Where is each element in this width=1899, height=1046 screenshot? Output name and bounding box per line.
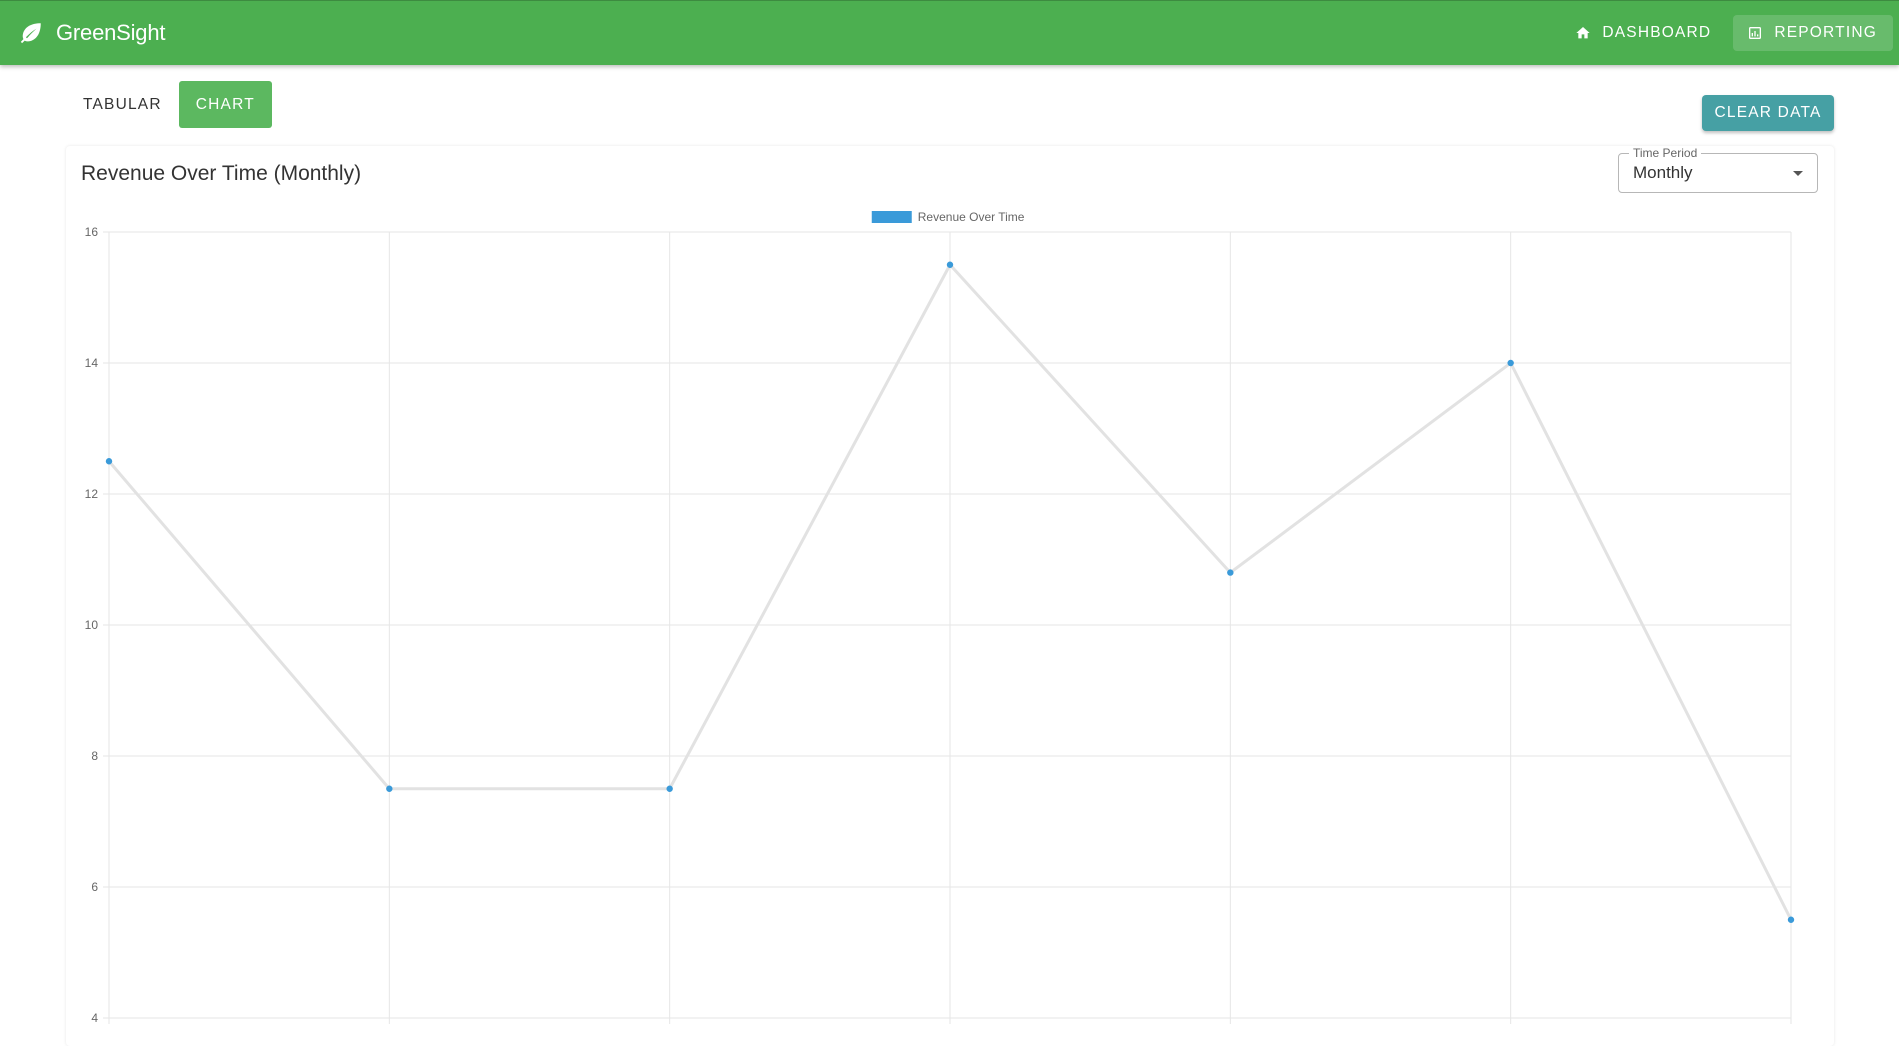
leaf-logo-icon: [20, 23, 41, 44]
top-nav: DASHBOARD REPORTING: [1561, 15, 1893, 51]
data-point: [1227, 569, 1234, 576]
report-icon: [1749, 27, 1762, 39]
chart-card: Revenue Over Time (Monthly) Time Period …: [66, 146, 1834, 1046]
y-tick-label: 16: [85, 225, 99, 239]
y-tick-label: 12: [85, 487, 99, 501]
legend-swatch: [871, 211, 912, 223]
nav-reporting-button[interactable]: REPORTING: [1733, 15, 1893, 51]
y-tick-label: 10: [85, 618, 99, 632]
app-name: GreenSight: [56, 20, 166, 45]
data-point: [1507, 359, 1514, 367]
data-point: [1787, 916, 1795, 923]
chart-toggle-button[interactable]: CHART: [178, 81, 272, 128]
app-bar: GreenSight DASHBOARD REPORTING: [0, 0, 1899, 65]
tabular-toggle-button[interactable]: TABULAR: [66, 81, 179, 128]
home-icon: [1576, 27, 1591, 39]
data-point: [666, 785, 673, 792]
y-tick-label: 4: [91, 1011, 98, 1025]
nav-reporting-label: REPORTING: [1774, 24, 1877, 41]
clear-data-button[interactable]: CLEAR DATA: [1702, 95, 1834, 131]
data-point: [105, 458, 113, 465]
data-point: [946, 261, 954, 268]
y-tick-label: 6: [91, 880, 98, 894]
data-point: [386, 785, 393, 792]
legend-label: Revenue Over Time: [918, 210, 1025, 224]
brand[interactable]: GreenSight: [18, 1, 165, 65]
nav-dashboard-button[interactable]: DASHBOARD: [1561, 15, 1727, 51]
nav-dashboard-label: DASHBOARD: [1602, 24, 1712, 41]
y-tick-label: 14: [85, 356, 99, 370]
view-toggle-group: TABULAR CHART: [66, 81, 272, 128]
y-tick-label: 8: [91, 749, 98, 763]
revenue-line-chart: 16 14 12 10 8 6 4 Revenue Over Time: [85, 210, 1795, 1025]
